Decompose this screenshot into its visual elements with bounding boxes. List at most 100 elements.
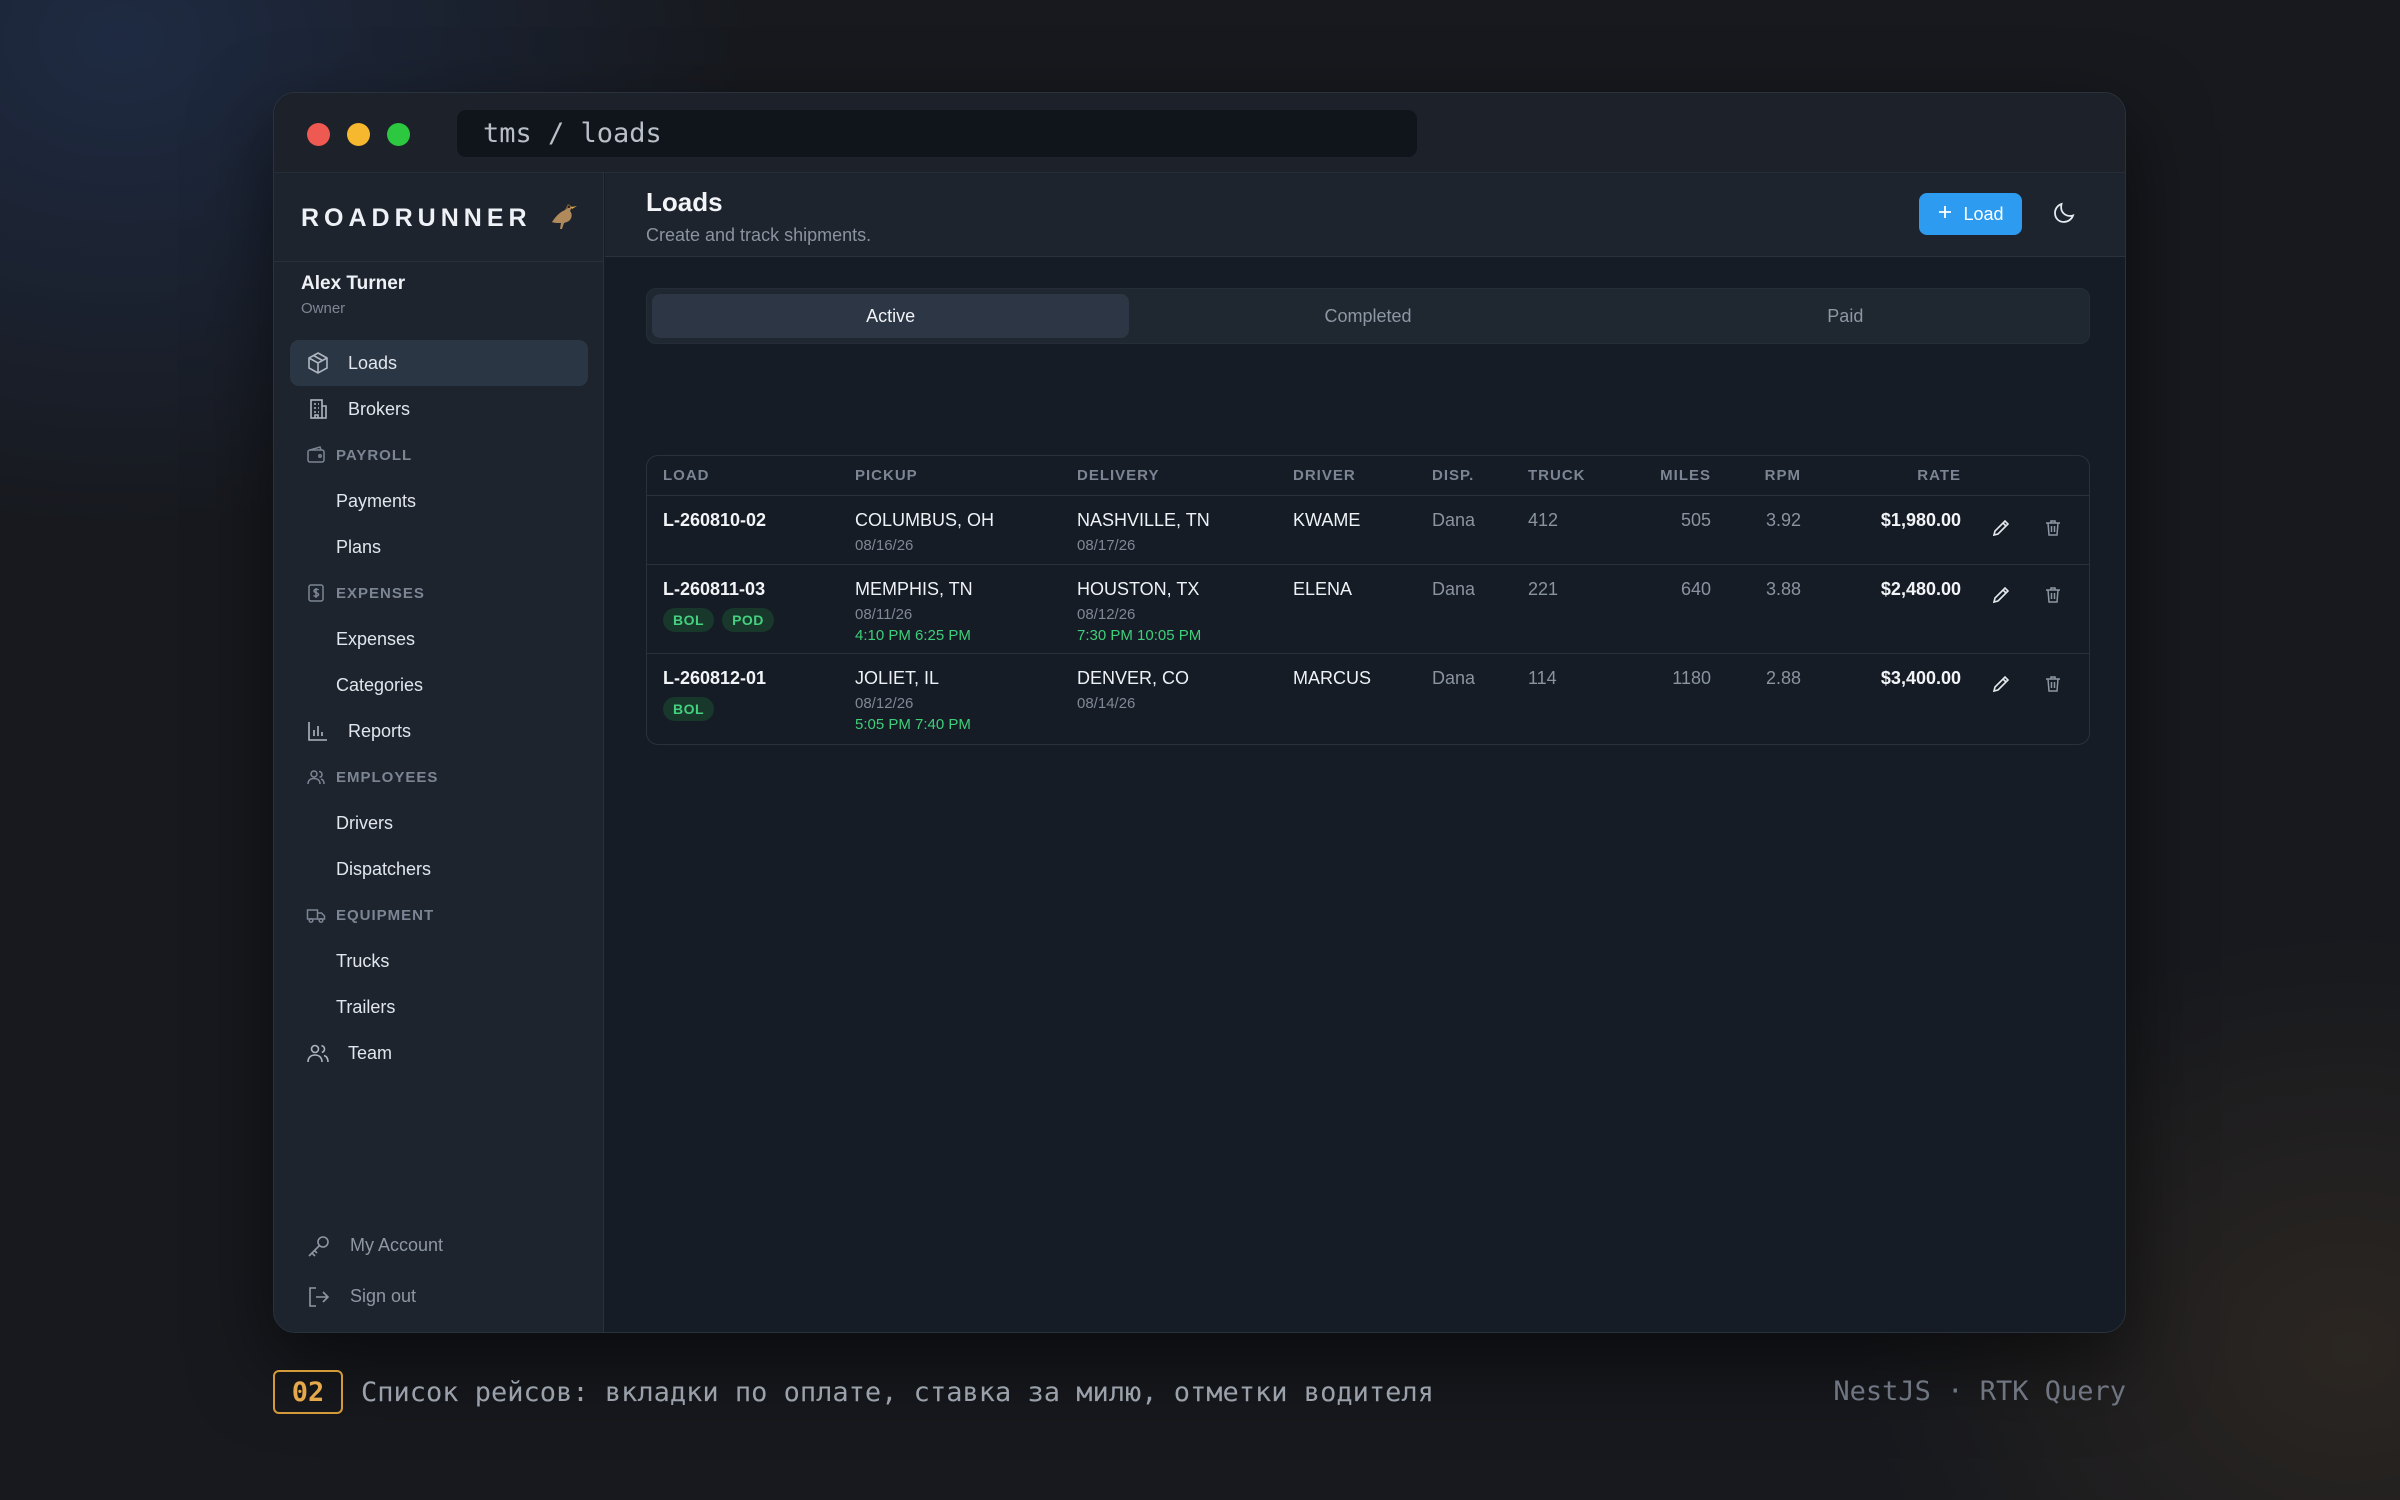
sidebar-item-categories[interactable]: Categories [290, 662, 588, 708]
tab-completed[interactable]: Completed [1129, 294, 1606, 338]
user-name: Alex Turner [301, 273, 406, 294]
sign-out-link[interactable]: Sign out [290, 1271, 588, 1322]
delete-button[interactable] [2039, 583, 2067, 611]
minimize-window-button[interactable] [347, 123, 370, 146]
key-icon [306, 1233, 332, 1259]
document-badges: BOL POD [663, 608, 774, 632]
nav-section-employees: EMPLOYEES [290, 754, 588, 800]
driver-name: KWAME [1293, 510, 1361, 530]
sidebar-item-drivers[interactable]: Drivers [290, 800, 588, 846]
sidebar-item-loads[interactable]: Loads [290, 340, 588, 386]
screenshot-caption: 02 Список рейсов: вкладки по оплате, ста… [273, 1370, 2126, 1414]
team-icon [306, 1041, 330, 1065]
pickup-time: 5:05 PM 7:40 PM [855, 716, 971, 733]
dispatcher-name: Dana [1432, 579, 1476, 599]
user-role: Owner [301, 300, 346, 317]
pickup-date: 08/12/26 [855, 695, 914, 712]
tab-paid[interactable]: Paid [1607, 294, 2084, 338]
miles-value: 505 [1680, 510, 1711, 530]
pencil-icon [1990, 673, 2012, 700]
pickup-date: 08/16/26 [855, 537, 914, 554]
bol-badge: BOL [663, 608, 715, 632]
delivery-city: NASHVILLE, TN [1077, 510, 1210, 530]
nav-section-label: PAYROLL [336, 446, 413, 464]
delivery-date: 08/14/26 [1077, 695, 1136, 712]
nav-section-expenses: EXPENSES [290, 570, 588, 616]
load-cell: L-260811-03 BOL POD [663, 579, 774, 632]
sidebar-item-label: Brokers [348, 398, 411, 419]
load-id: L-260811-03 [663, 579, 766, 599]
add-load-label: Load [1963, 203, 2004, 224]
pickup-city: JOLIET, IL [855, 668, 940, 688]
payment-status-tabs: Active Completed Paid [646, 288, 2090, 344]
page-subtitle: Create and track shipments. [646, 225, 872, 245]
sidebar-item-trucks[interactable]: Trucks [290, 938, 588, 984]
sidebar-item-brokers[interactable]: Brokers [290, 386, 588, 432]
delivery-city: DENVER, CO [1077, 668, 1190, 688]
rpm-value: 3.92 [1765, 510, 1801, 530]
sign-out-icon [306, 1284, 332, 1310]
col-miles: MILES [1660, 467, 1711, 484]
delete-button[interactable] [2039, 672, 2067, 700]
users-icon [306, 767, 326, 787]
table-header: LOAD PICKUP DELIVERY DRIVER DISP. TRUCK … [647, 456, 2089, 496]
miles-value: 1180 [1672, 668, 1711, 688]
bol-badge: BOL [663, 697, 715, 721]
moon-icon [2052, 200, 2078, 231]
truck-icon [306, 905, 326, 925]
col-rate: RATE [1917, 467, 1961, 484]
table-row[interactable]: L-260812-01 BOL JOLIET, IL 08/12/26 5:05… [647, 654, 2089, 744]
nav-section-payroll: PAYROLL [290, 432, 588, 478]
rate-value: $3,400.00 [1880, 668, 1961, 688]
sidebar-item-payments[interactable]: Payments [290, 478, 588, 524]
col-disp: DISP. [1432, 467, 1475, 484]
driver-name: ELENA [1293, 579, 1353, 599]
driver-name: MARCUS [1293, 668, 1372, 688]
sidebar-item-team[interactable]: Team [290, 1030, 588, 1076]
pickup-city: COLUMBUS, OH [855, 510, 995, 530]
pickup-city: MEMPHIS, TN [855, 579, 973, 599]
sign-out-label: Sign out [350, 1286, 417, 1306]
table-row[interactable]: L-260810-02 COLUMBUS, OH 08/16/26 NASHVI… [647, 496, 2089, 565]
wallet-icon [306, 445, 326, 465]
sidebar-item-label: Team [348, 1042, 393, 1063]
brand-name: ROADRUNNER [301, 203, 532, 232]
sidebar-item-dispatchers[interactable]: Dispatchers [290, 846, 588, 892]
page-title: Loads [646, 187, 723, 217]
truck-number: 114 [1528, 668, 1557, 688]
bar-chart-icon [306, 719, 330, 743]
brand[interactable]: ROADRUNNER [301, 193, 580, 243]
tab-active[interactable]: Active [652, 294, 1130, 338]
nav-section-label: EMPLOYEES [336, 768, 439, 786]
delivery-cell: NASHVILLE, TN 08/17/26 [1077, 510, 1210, 554]
trash-icon [2043, 585, 2063, 610]
sidebar-item-expenses[interactable]: Expenses [290, 616, 588, 662]
table-row[interactable]: L-260811-03 BOL POD MEMPHIS, TN 08/11/26… [647, 565, 2089, 654]
sidebar: ROADRUNNER Alex Turner Owner Loads Broke… [274, 173, 604, 1332]
pencil-icon [1990, 584, 2012, 611]
roadrunner-bird-icon [546, 198, 580, 239]
pickup-cell: COLUMBUS, OH 08/16/26 [855, 510, 994, 554]
add-load-button[interactable]: Load [1919, 193, 2022, 235]
edit-button[interactable] [1987, 516, 2015, 544]
maximize-window-button[interactable] [387, 123, 410, 146]
theme-toggle-button[interactable] [2049, 199, 2081, 231]
dispatcher-name: Dana [1432, 668, 1476, 688]
edit-button[interactable] [1987, 672, 2015, 700]
delivery-date: 08/17/26 [1077, 537, 1136, 554]
main-content: Loads Create and track shipments. Load A… [605, 173, 2125, 1332]
delivery-cell: HOUSTON, TX 08/12/26 7:30 PM 10:05 PM [1077, 579, 1201, 644]
edit-button[interactable] [1987, 583, 2015, 611]
my-account-link[interactable]: My Account [290, 1220, 588, 1271]
address-bar[interactable]: tms / loads [457, 110, 1417, 157]
nav-section-equipment: EQUIPMENT [290, 892, 588, 938]
sidebar-item-reports[interactable]: Reports [290, 708, 588, 754]
sidebar-item-trailers[interactable]: Trailers [290, 984, 588, 1030]
delete-button[interactable] [2039, 516, 2067, 544]
col-delivery: DELIVERY [1077, 467, 1160, 484]
sidebar-item-plans[interactable]: Plans [290, 524, 588, 570]
building-icon [306, 397, 330, 421]
close-window-button[interactable] [307, 123, 330, 146]
pickup-cell: JOLIET, IL 08/12/26 5:05 PM 7:40 PM [855, 668, 971, 733]
brand-divider [274, 261, 603, 262]
